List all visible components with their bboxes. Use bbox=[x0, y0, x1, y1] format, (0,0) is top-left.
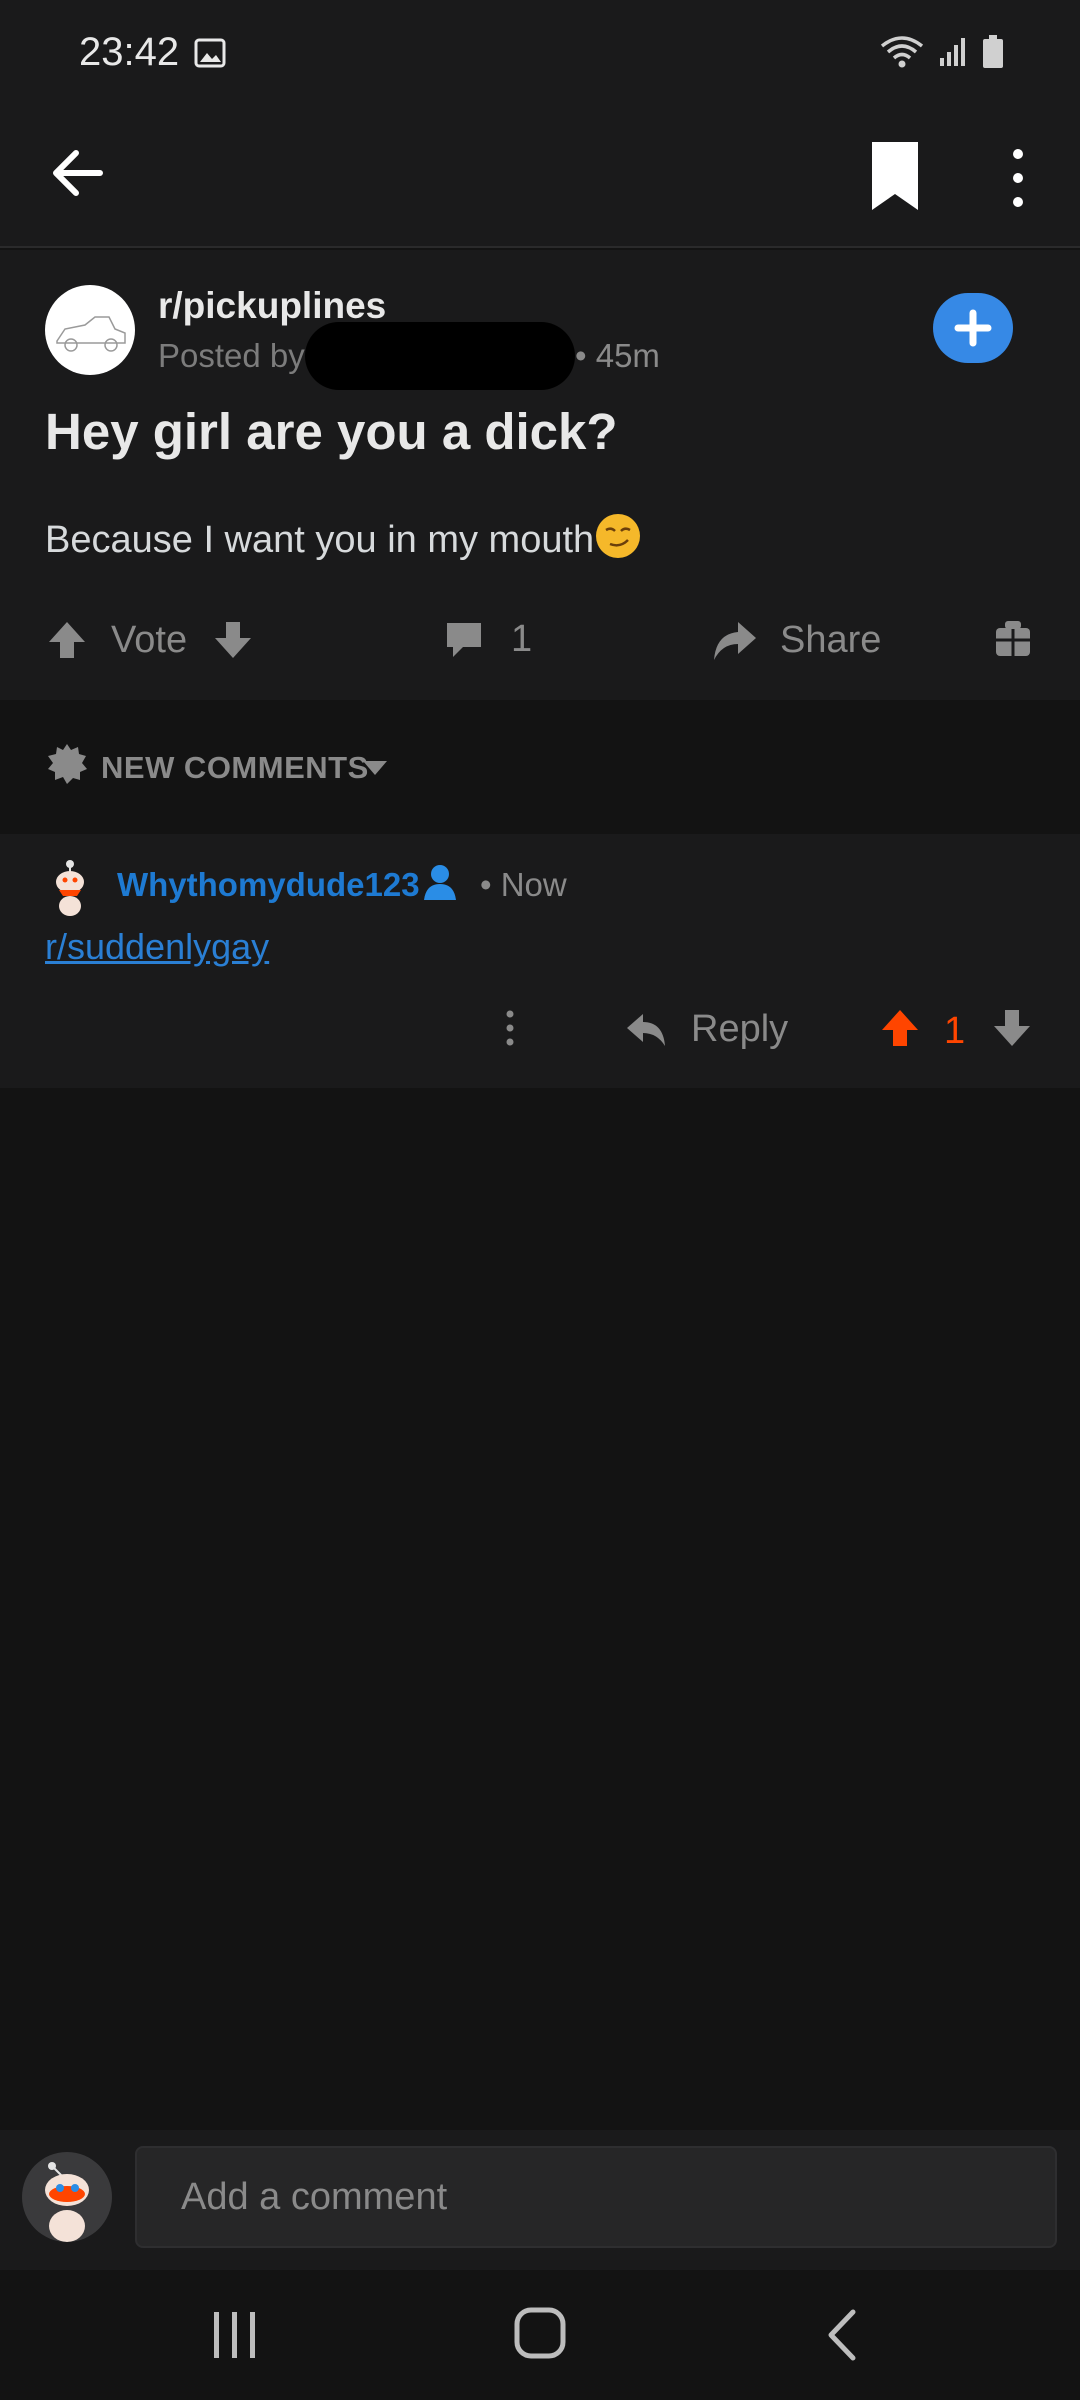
smirk-emoji-icon bbox=[596, 514, 641, 558]
system-nav-bar bbox=[0, 2270, 1080, 2400]
post-body-text: Because I want you in my mouth bbox=[45, 519, 595, 561]
back-nav-icon[interactable] bbox=[823, 2308, 863, 2362]
post-card: r/pickuplines Posted by • 45m Hey girl a… bbox=[0, 250, 1080, 700]
comment-score: 1 bbox=[944, 1010, 966, 1052]
share-button[interactable]: Share bbox=[712, 618, 881, 662]
vote-group: Vote bbox=[45, 618, 255, 662]
share-arrow-icon bbox=[714, 622, 756, 660]
comment-bubble-icon bbox=[447, 622, 481, 657]
upvote-icon[interactable] bbox=[45, 618, 89, 662]
comments-button[interactable]: 1 bbox=[443, 618, 532, 661]
comment-composer-bar bbox=[0, 2130, 1080, 2270]
status-bar: 23:42 bbox=[0, 0, 1080, 110]
share-label: Share bbox=[780, 618, 882, 661]
battery-icon bbox=[983, 35, 1003, 68]
comment: Whythomydude123 • Now r/suddenlygay Repl… bbox=[0, 834, 1080, 1088]
status-icons bbox=[880, 34, 1004, 70]
gallery-notification-icon bbox=[194, 38, 226, 68]
new-badge-icon bbox=[48, 744, 87, 784]
subreddit-avatar[interactable] bbox=[45, 285, 135, 375]
add-comment-input[interactable] bbox=[135, 2146, 1057, 2248]
recent-apps-icon[interactable] bbox=[210, 2308, 260, 2362]
post-body: Because I want you in my mouth bbox=[45, 514, 641, 562]
join-subreddit-button[interactable] bbox=[933, 293, 1013, 363]
post-time: • 45m bbox=[575, 337, 660, 374]
op-user-icon bbox=[424, 865, 456, 900]
car-sketch-icon bbox=[56, 316, 126, 352]
post-title[interactable]: Hey girl are you a dick? bbox=[45, 402, 618, 461]
signal-icon bbox=[940, 38, 965, 66]
posted-by-label: Posted by bbox=[158, 337, 305, 374]
subreddit-name[interactable]: r/pickuplines bbox=[158, 285, 386, 327]
award-button[interactable] bbox=[994, 618, 1032, 658]
upvote-active-icon[interactable] bbox=[878, 1006, 922, 1050]
downvote-icon[interactable] bbox=[990, 1006, 1034, 1050]
subreddit-link[interactable]: r/suddenlygay bbox=[45, 926, 269, 968]
plus-icon bbox=[954, 309, 992, 347]
post-actions: Vote 1 Share bbox=[0, 600, 1080, 690]
reply-label: Reply bbox=[691, 1008, 789, 1050]
wifi-icon bbox=[880, 36, 924, 68]
comment-sort-header[interactable]: NEW COMMENTS bbox=[0, 700, 1080, 832]
chevron-down-icon[interactable] bbox=[362, 760, 388, 776]
sort-label[interactable]: NEW COMMENTS bbox=[101, 750, 369, 786]
comment-more-icon[interactable] bbox=[502, 1008, 518, 1048]
back-arrow-icon[interactable] bbox=[44, 138, 114, 208]
snoo-avatar-icon bbox=[45, 2162, 89, 2242]
comment-count: 1 bbox=[511, 618, 533, 660]
redacted-username bbox=[305, 322, 575, 390]
home-icon[interactable] bbox=[513, 2306, 567, 2362]
gift-icon bbox=[996, 621, 1030, 656]
comment-username[interactable]: Whythomydude123 bbox=[117, 866, 420, 904]
vote-label: Vote bbox=[111, 618, 188, 661]
top-app-bar bbox=[0, 110, 1080, 248]
reply-button[interactable]: Reply bbox=[625, 1008, 788, 1051]
bookmark-icon[interactable] bbox=[862, 138, 928, 214]
snoo-avatar-icon[interactable] bbox=[45, 856, 95, 916]
downvote-icon[interactable] bbox=[211, 618, 255, 662]
more-options-icon[interactable] bbox=[1000, 140, 1036, 216]
reply-arrow-icon bbox=[627, 1013, 665, 1046]
comment-actions: Reply 1 bbox=[0, 994, 1080, 1074]
status-time: 23:42 bbox=[79, 30, 180, 74]
comment-time: • Now bbox=[480, 866, 567, 903]
user-avatar[interactable] bbox=[22, 2152, 112, 2242]
